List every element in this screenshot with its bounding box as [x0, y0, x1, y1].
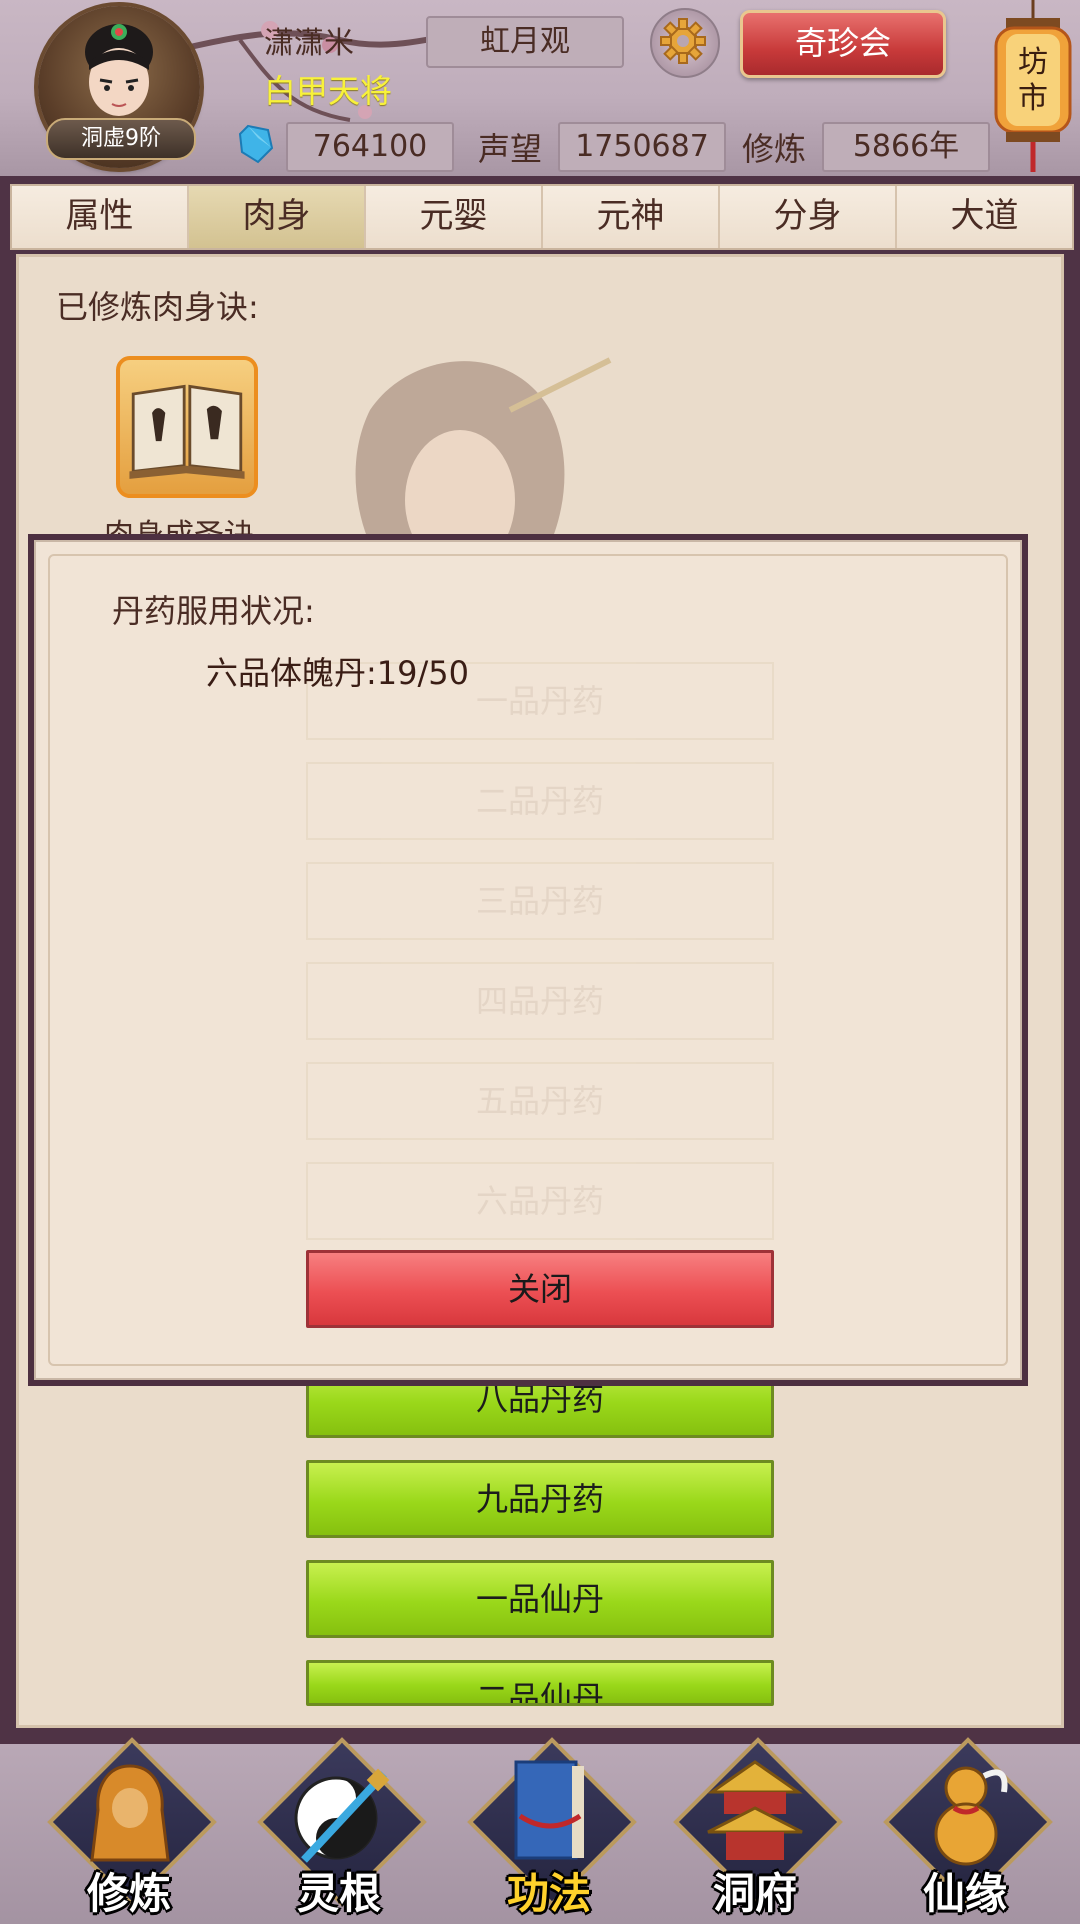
player-name: 潇潇米	[264, 26, 354, 61]
cultivation-label: 修炼	[742, 130, 807, 168]
nav-cultivate[interactable]: 修炼	[44, 1737, 217, 1920]
spirit-stone-icon	[238, 124, 274, 164]
nav-label: 修炼	[86, 1869, 171, 1918]
gear-icon	[660, 18, 706, 64]
pill-name: 六品体魄丹:	[206, 654, 377, 692]
pill-button-grade-9[interactable]: 九品丹药	[306, 1460, 774, 1538]
immortal-pill-button-grade-1[interactable]: 一品仙丹	[306, 1560, 774, 1638]
nav-techniques[interactable]: 功法	[464, 1737, 637, 1920]
close-button[interactable]: 关闭	[306, 1250, 774, 1328]
trained-skills-title: 已修炼肉身诀:	[56, 288, 259, 326]
tab-body[interactable]: 肉身	[189, 186, 366, 248]
ghost-pill-grade-2: 二品丹药	[306, 762, 774, 840]
nav-label: 灵根	[296, 1869, 381, 1918]
cultivation-value: 5866年	[822, 122, 990, 172]
spirit-stones-value: 764100	[286, 122, 454, 172]
gourd-icon	[934, 1766, 1008, 1866]
sect-name[interactable]: 虹月观	[426, 16, 624, 68]
player-title: 白甲天将	[264, 72, 393, 110]
yin-yang-sword-icon	[294, 1768, 390, 1863]
tab-attributes[interactable]: 属性	[12, 186, 189, 248]
book-icon	[129, 384, 245, 479]
rank-badge: 洞虚9阶	[46, 118, 196, 160]
tab-bar: 属性 肉身 元婴 元神 分身 大道	[10, 184, 1074, 250]
nav-immortal-fate[interactable]: 仙缘	[880, 1737, 1053, 1920]
reputation-label: 声望	[478, 130, 543, 168]
ghost-pill-grade-4: 四品丹药	[306, 962, 774, 1040]
dialog-title: 丹药服用状况:	[112, 592, 315, 630]
treasure-auction-button[interactable]: 奇珍会	[740, 10, 946, 78]
reputation-value: 1750687	[558, 122, 726, 172]
monk-icon	[90, 1764, 170, 1862]
nav-spirit-root[interactable]: 灵根	[254, 1737, 427, 1920]
pill-usage-count: 19/50	[376, 654, 470, 692]
nav-label: 功法	[506, 1869, 591, 1918]
lantern-text-2: 市	[1018, 81, 1048, 116]
nav-cave-dwelling[interactable]: 洞府	[670, 1737, 843, 1920]
tab-primordial-spirit[interactable]: 元神	[543, 186, 720, 248]
pill-usage-line: 六品体魄丹:19/50	[206, 648, 469, 694]
pagoda-icon	[707, 1760, 803, 1860]
ghost-pill-grade-3: 三品丹药	[306, 862, 774, 940]
tab-nascent-soul[interactable]: 元婴	[366, 186, 543, 248]
immortal-pill-button-grade-2[interactable]: 二品仙丹	[306, 1660, 774, 1706]
nav-label: 仙缘	[922, 1869, 1007, 1918]
skill-slot[interactable]	[116, 356, 258, 498]
book-icon	[514, 1760, 584, 1860]
ghost-pill-grade-6: 六品丹药	[306, 1162, 774, 1240]
settings-button[interactable]	[650, 8, 720, 78]
nav-label: 洞府	[712, 1869, 797, 1918]
tab-avatar-clone[interactable]: 分身	[720, 186, 897, 248]
tab-great-dao[interactable]: 大道	[897, 186, 1072, 248]
ghost-pill-grade-5: 五品丹药	[306, 1062, 774, 1140]
market-lantern-button[interactable]: 坊 市	[986, 0, 1080, 178]
lantern-text-1: 坊	[1018, 45, 1048, 80]
